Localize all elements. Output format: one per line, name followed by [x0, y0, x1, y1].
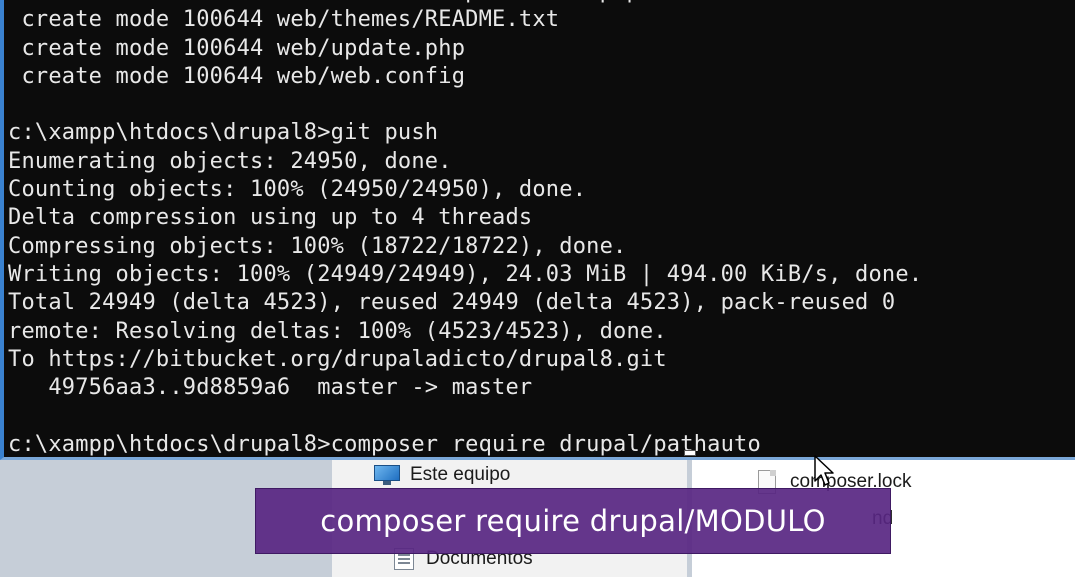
text-caret — [684, 450, 696, 456]
terminal-line: Counting objects: 100% (24950/24950), do… — [8, 177, 587, 203]
nav-item-this-pc[interactable]: Este equipo — [374, 464, 510, 486]
terminal-line: create mode 100644 web/web.config — [8, 63, 466, 89]
nav-item-this-pc-label: Este equipo — [410, 464, 511, 485]
terminal-line: To https://bitbucket.org/drupaladicto/dr… — [8, 346, 667, 372]
terminal-line: Delta compression using up to 4 threads — [8, 205, 533, 231]
terminal-line: Writing objects: 100% (24949/24949), 24.… — [8, 261, 923, 287]
terminal-line: create mode 100644 web/update.php — [8, 35, 466, 61]
terminal-line: Compressing objects: 100% (18722/18722),… — [8, 233, 627, 259]
terminal-output: create mode 100644 web/sites/example.sit… — [8, 0, 923, 457]
video-caption-banner: composer require drupal/MODULO — [255, 488, 891, 554]
computer-icon — [374, 465, 400, 485]
desktop-screen: Este equipo Documentos composer.lock nd … — [0, 0, 1075, 577]
command-prompt-window[interactable]: create mode 100644 web/sites/example.sit… — [0, 0, 1075, 460]
terminal-line: create mode 100644 web/themes/README.txt — [8, 7, 560, 33]
video-caption-text: composer require drupal/MODULO — [320, 504, 826, 538]
terminal-line: 49756aa3..9d8859a6 master -> master — [8, 375, 533, 401]
terminal-line: c:\xampp\htdocs\drupal8>composer require… — [8, 431, 761, 457]
terminal-line: Total 24949 (delta 4523), reused 24949 (… — [8, 290, 896, 316]
terminal-line: remote: Resolving deltas: 100% (4523/452… — [8, 318, 667, 344]
mouse-pointer-icon — [814, 455, 834, 486]
terminal-line: c:\xampp\htdocs\drupal8>git push — [8, 120, 439, 146]
terminal-line: Enumerating objects: 24950, done. — [8, 148, 452, 174]
